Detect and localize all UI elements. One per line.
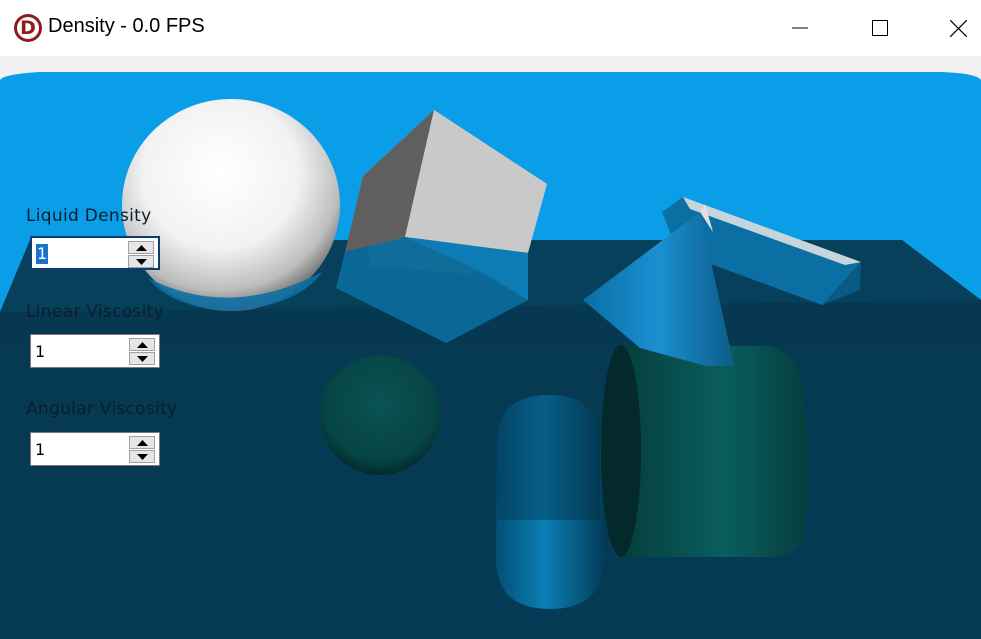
arrow-down-icon: [136, 259, 147, 265]
app-logo-letter: D: [20, 17, 36, 39]
angular-viscosity-label: Angular Viscosity: [26, 399, 178, 419]
arrow-up-icon: [137, 342, 148, 348]
window-title: Density - 0.0 FPS: [48, 15, 205, 37]
arrow-down-icon: [137, 356, 148, 362]
title-bar[interactable]: D Density - 0.0 FPS: [0, 0, 981, 56]
render-viewport[interactable]: Liquid Density 1 Linear Viscosity Angula…: [0, 56, 981, 639]
linear-viscosity-label: Linear Viscosity: [26, 302, 164, 322]
minimize-icon: [792, 27, 808, 29]
increment-button[interactable]: [129, 338, 155, 351]
angular-viscosity-stepper[interactable]: [129, 436, 155, 463]
liquid-density-input[interactable]: 1: [36, 244, 49, 264]
app-logo-icon[interactable]: D: [14, 14, 42, 42]
arrow-down-icon: [137, 454, 148, 460]
increment-button[interactable]: [129, 436, 155, 449]
angular-viscosity-input[interactable]: [35, 438, 123, 460]
maximize-button[interactable]: [840, 0, 920, 56]
angular-viscosity-spinner[interactable]: [30, 432, 160, 466]
arrow-up-icon: [136, 245, 147, 251]
close-button[interactable]: [920, 0, 981, 56]
linear-viscosity-stepper[interactable]: [129, 338, 155, 365]
close-icon: [950, 20, 967, 37]
decrement-button[interactable]: [129, 450, 155, 463]
maximize-icon: [872, 20, 888, 36]
increment-button[interactable]: [128, 241, 154, 254]
arrow-up-icon: [137, 440, 148, 446]
linear-viscosity-spinner[interactable]: [30, 334, 160, 368]
minimize-button[interactable]: [760, 0, 840, 56]
decrement-button[interactable]: [129, 352, 155, 365]
linear-viscosity-input[interactable]: [35, 340, 123, 362]
liquid-density-spinner[interactable]: 1: [30, 236, 160, 270]
decrement-button[interactable]: [128, 255, 154, 268]
liquid-density-stepper[interactable]: [128, 241, 154, 268]
liquid-density-label: Liquid Density: [26, 206, 152, 226]
